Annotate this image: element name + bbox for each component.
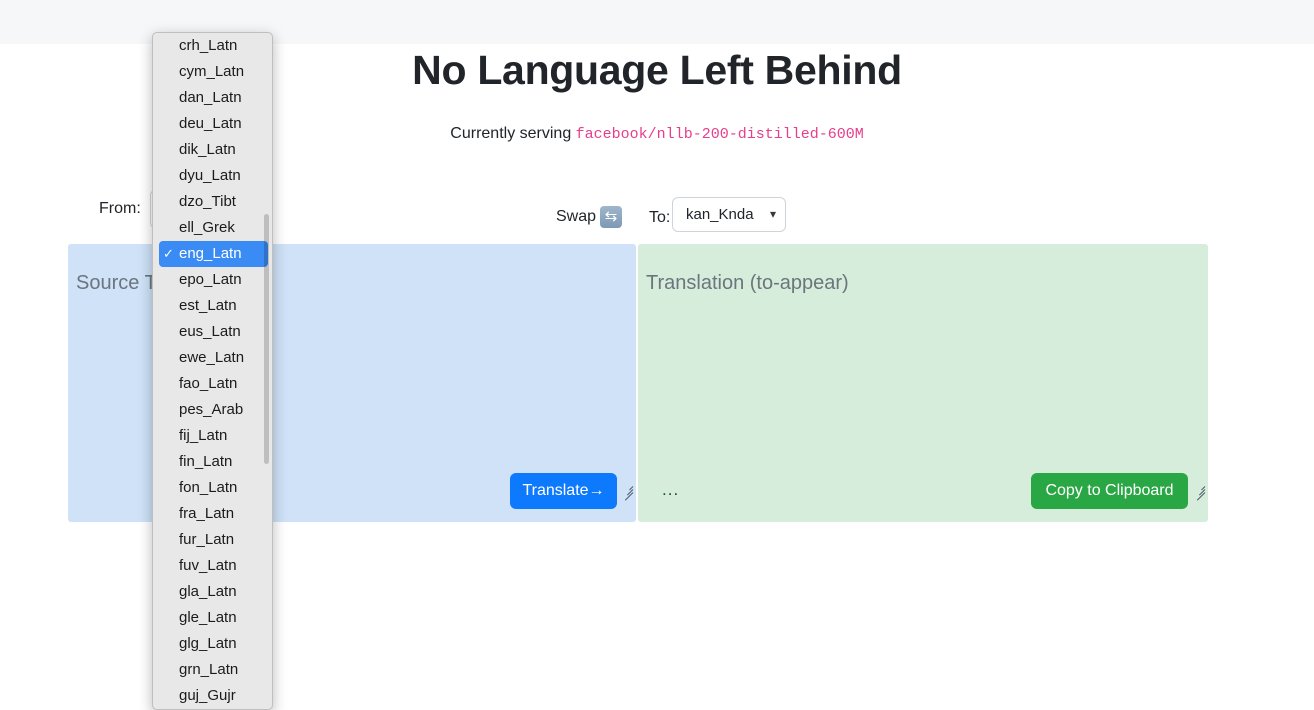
dropdown-option-fij_Latn[interactable]: fij_Latn <box>153 423 272 449</box>
dropdown-option-fra_Latn[interactable]: fra_Latn <box>153 501 272 527</box>
to-language-select[interactable]: kan_Knda ▾ <box>672 197 786 232</box>
translation-panel[interactable]: Translation (to-appear) ... Copy to Clip… <box>638 244 1208 522</box>
dropdown-option-label: dzo_Tibt <box>179 193 236 210</box>
copy-to-clipboard-button[interactable]: Copy to Clipboard <box>1031 473 1188 509</box>
dropdown-option-dan_Latn[interactable]: dan_Latn <box>153 85 272 111</box>
status-dots: ... <box>662 480 680 499</box>
dropdown-option-label: fra_Latn <box>179 505 235 522</box>
dropdown-option-deu_Latn[interactable]: deu_Latn <box>153 111 272 137</box>
dropdown-option-fur_Latn[interactable]: fur_Latn <box>153 527 272 553</box>
dropdown-scrollbar-thumb[interactable] <box>264 214 269 464</box>
swap-repeat-icon[interactable]: ⇆ <box>600 206 622 228</box>
dropdown-option-label: eus_Latn <box>179 323 241 340</box>
chevron-down-icon: ▾ <box>769 207 776 221</box>
dropdown-option-label: crh_Latn <box>179 37 238 54</box>
to-label: To: <box>649 209 671 226</box>
dropdown-option-gla_Latn[interactable]: gla_Latn <box>153 579 272 605</box>
dropdown-option-ell_Grek[interactable]: ell_Grek <box>153 215 272 241</box>
dropdown-option-label: fin_Latn <box>179 453 233 470</box>
dropdown-option-gle_Latn[interactable]: gle_Latn <box>153 605 272 631</box>
translate-button[interactable]: Translate→ <box>510 473 617 509</box>
dropdown-option-label: dan_Latn <box>179 89 242 106</box>
dropdown-option-label: fao_Latn <box>179 375 238 392</box>
dropdown-option-label: fur_Latn <box>179 531 235 548</box>
dropdown-option-epo_Latn[interactable]: epo_Latn <box>153 267 272 293</box>
dropdown-option-label: ewe_Latn <box>179 349 245 366</box>
dropdown-option-ewe_Latn[interactable]: ewe_Latn <box>153 345 272 371</box>
dropdown-scrollbar-track[interactable] <box>264 34 271 708</box>
resize-handle-source[interactable] <box>620 482 634 501</box>
dropdown-option-crh_Latn[interactable]: crh_Latn <box>153 33 272 59</box>
dropdown-option-glg_Latn[interactable]: glg_Latn <box>153 631 272 657</box>
dropdown-option-est_Latn[interactable]: est_Latn <box>153 293 272 319</box>
dropdown-option-label: deu_Latn <box>179 115 242 132</box>
swap-label: Swap <box>556 208 597 225</box>
dropdown-option-eng_Latn[interactable]: eng_Latn <box>159 241 268 267</box>
dropdown-option-dzo_Tibt[interactable]: dzo_Tibt <box>153 189 272 215</box>
page-content: No Language Left Behind Currently servin… <box>0 32 1314 710</box>
dropdown-option-pes_Arab[interactable]: pes_Arab <box>153 397 272 423</box>
dropdown-option-label: glg_Latn <box>179 635 237 652</box>
dropdown-option-label: eng_Latn <box>179 245 242 262</box>
model-name-label: facebook/nllb-200-distilled-600M <box>575 126 864 144</box>
from-label: From: <box>99 200 141 217</box>
dropdown-option-label: epo_Latn <box>179 271 242 288</box>
to-language-value: kan_Knda <box>686 206 754 223</box>
dropdown-option-label: cym_Latn <box>179 63 245 80</box>
dropdown-option-label: pes_Arab <box>179 401 244 418</box>
resize-handle-translation[interactable] <box>1192 482 1206 501</box>
dropdown-option-label: gla_Latn <box>179 583 237 600</box>
dropdown-option-dik_Latn[interactable]: dik_Latn <box>153 137 272 163</box>
dropdown-option-label: dyu_Latn <box>179 167 241 184</box>
dropdown-option-label: ell_Grek <box>179 219 235 236</box>
dropdown-option-label: gle_Latn <box>179 609 237 626</box>
dropdown-option-label: guj_Gujr <box>179 687 236 704</box>
dropdown-option-fin_Latn[interactable]: fin_Latn <box>153 449 272 475</box>
dropdown-option-label: fon_Latn <box>179 479 238 496</box>
dropdown-option-cym_Latn[interactable]: cym_Latn <box>153 59 272 85</box>
dropdown-option-fon_Latn[interactable]: fon_Latn <box>153 475 272 501</box>
serving-prefix-label: Currently serving <box>450 125 572 143</box>
dropdown-option-label: est_Latn <box>179 297 237 314</box>
dropdown-option-fao_Latn[interactable]: fao_Latn <box>153 371 272 397</box>
dropdown-option-label: fij_Latn <box>179 427 228 444</box>
dropdown-options-container: crh_Latn cym_Latn dan_Latn deu_Latn dik_Latn… <box>153 33 272 709</box>
translation-placeholder: Translation (to-appear) <box>646 272 849 294</box>
dropdown-option-fuv_Latn[interactable]: fuv_Latn <box>153 553 272 579</box>
dropdown-option-dyu_Latn[interactable]: dyu_Latn <box>153 163 272 189</box>
dropdown-option-label: fuv_Latn <box>179 557 237 574</box>
dropdown-option-label: dik_Latn <box>179 141 236 158</box>
dropdown-option-grn_Latn[interactable]: grn_Latn <box>153 657 272 683</box>
dropdown-option-eus_Latn[interactable]: eus_Latn <box>153 319 272 345</box>
from-language-dropdown-list[interactable]: crh_Latn cym_Latn dan_Latn deu_Latn dik_Latn… <box>152 32 273 710</box>
dropdown-option-label: grn_Latn <box>179 661 239 678</box>
dropdown-option-guj_Gujr[interactable]: guj_Gujr <box>153 683 272 709</box>
